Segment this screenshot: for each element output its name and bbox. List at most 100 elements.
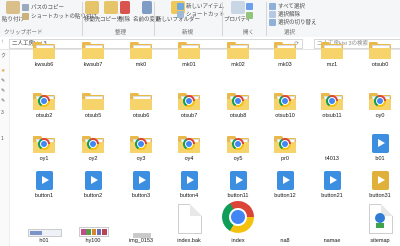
properties-icon bbox=[230, 1, 245, 14]
media-file-icon bbox=[133, 171, 150, 190]
edit-small-button[interactable] bbox=[246, 12, 255, 19]
file-name: mk01 bbox=[182, 62, 196, 68]
file-name: otsub5 bbox=[84, 113, 102, 119]
chrome-icon bbox=[183, 138, 195, 150]
file-name: otsub8 bbox=[229, 113, 247, 119]
image-thumbnail bbox=[79, 227, 109, 237]
shortcut-button[interactable]: ショートカット bbox=[177, 10, 225, 18]
group-new: 新規 bbox=[182, 30, 194, 36]
delete-icon bbox=[119, 1, 130, 14]
chrome-icon bbox=[183, 95, 195, 107]
new-item-button[interactable]: 新しいアイテム bbox=[177, 2, 224, 10]
chrome-icon bbox=[87, 138, 99, 150]
folder-front bbox=[178, 48, 200, 59]
file-name: kwsub6 bbox=[34, 62, 54, 68]
folder-icon bbox=[178, 42, 200, 59]
thumb-content bbox=[81, 229, 86, 235]
file-name: index.bak bbox=[177, 238, 201, 244]
file-name: button1 bbox=[34, 193, 54, 199]
copy-to-icon bbox=[104, 1, 118, 14]
select-none-icon bbox=[269, 10, 276, 18]
file-name: index bbox=[231, 238, 245, 244]
file-name: otsub7 bbox=[180, 113, 198, 119]
folder-icon bbox=[274, 42, 296, 59]
folder-icon bbox=[33, 136, 55, 153]
folder-front bbox=[274, 48, 296, 59]
shortcut-icon bbox=[177, 10, 184, 18]
nav-item[interactable]: 1 bbox=[1, 136, 4, 142]
copy-path-button[interactable]: パスのコピー bbox=[22, 3, 64, 11]
folder-icon bbox=[130, 42, 152, 59]
paste-button[interactable]: 貼り付け bbox=[2, 1, 24, 23]
file-name: mk0 bbox=[135, 62, 147, 68]
chrome-icon bbox=[232, 138, 244, 150]
delete-button[interactable]: 削除 bbox=[119, 1, 130, 23]
folder-icon bbox=[82, 136, 104, 153]
paste-label: 貼り付け bbox=[2, 17, 25, 23]
folder-icon bbox=[178, 93, 200, 110]
group-open: 開く bbox=[243, 30, 255, 36]
file-name: mk02 bbox=[231, 62, 245, 68]
file-name: button11 bbox=[227, 193, 249, 199]
move-to-button[interactable]: 移動先 bbox=[84, 1, 101, 23]
pin-icon: ★ bbox=[1, 68, 6, 74]
file-name: button3 bbox=[131, 193, 151, 199]
file-name: t4013 bbox=[325, 156, 339, 162]
document-icon bbox=[178, 204, 202, 234]
chrome-icon bbox=[374, 95, 386, 107]
document-icon bbox=[369, 204, 393, 234]
move-to-label: 移動先 bbox=[84, 17, 101, 23]
folder-icon bbox=[321, 42, 343, 59]
folder-icon bbox=[227, 136, 249, 153]
select-all-button[interactable]: すべて選択 bbox=[269, 2, 305, 10]
folder-front bbox=[82, 48, 104, 59]
folder-icon bbox=[82, 42, 104, 59]
edit-icon bbox=[246, 12, 253, 19]
file-name: button2 bbox=[83, 193, 103, 199]
file-name: img_0153 bbox=[128, 238, 154, 244]
invert-selection-button[interactable]: 選択の切り替え bbox=[269, 18, 317, 26]
thumb-content bbox=[102, 229, 107, 235]
new-item-label: 新しいアイテム bbox=[186, 4, 224, 10]
chrome-icon bbox=[279, 95, 291, 107]
chrome-icon bbox=[222, 201, 254, 233]
navigation-pane[interactable]: ク ★ ✎ ✎ ✎ 3 1 bbox=[0, 50, 10, 246]
pin-icon: ✎ bbox=[1, 78, 6, 84]
folder-front bbox=[227, 48, 249, 59]
folder-front bbox=[369, 48, 391, 59]
chrome-icon bbox=[279, 138, 291, 150]
pin-icon: ✎ bbox=[1, 88, 6, 94]
invert-selection-label: 選択の切り替え bbox=[278, 20, 317, 26]
chrome-icon bbox=[326, 95, 338, 107]
file-name: oy2 bbox=[88, 156, 98, 162]
ribbon-separator bbox=[82, 2, 83, 36]
media-file-icon bbox=[181, 171, 198, 190]
nav-item[interactable]: 3 bbox=[1, 110, 4, 116]
media-file-icon bbox=[230, 171, 247, 190]
open-small-button[interactable] bbox=[246, 3, 255, 10]
select-all-icon bbox=[269, 2, 276, 10]
folder-icon bbox=[274, 136, 296, 153]
badge-icon bbox=[376, 223, 384, 228]
paste-icon bbox=[6, 1, 20, 14]
media-file-icon bbox=[277, 171, 294, 190]
file-name: na8 bbox=[280, 238, 290, 244]
folder-icon bbox=[178, 136, 200, 153]
ribbon: 貼り付け パスのコピー ショートカットの貼り付け クリップボード 移動先 コピー… bbox=[0, 0, 400, 38]
file-name: mk03 bbox=[278, 62, 292, 68]
nav-item-quick-access[interactable]: ク bbox=[1, 52, 6, 59]
select-none-button[interactable]: 選択解除 bbox=[269, 10, 300, 18]
globe-icon bbox=[375, 213, 385, 223]
file-name: b01 bbox=[375, 156, 385, 162]
file-name: pr0 bbox=[281, 156, 289, 162]
folder-front bbox=[82, 99, 104, 110]
file-name: oy0 bbox=[375, 113, 385, 119]
media-file-icon bbox=[36, 171, 53, 190]
chrome-icon bbox=[38, 95, 50, 107]
folder-icon bbox=[369, 42, 391, 59]
file-name: oy1 bbox=[39, 156, 49, 162]
image-thumbnail bbox=[28, 229, 62, 237]
ribbon-separator bbox=[154, 2, 155, 36]
file-name: otsub0 bbox=[371, 62, 389, 68]
up-arrow-icon[interactable]: ↑ bbox=[1, 39, 4, 45]
